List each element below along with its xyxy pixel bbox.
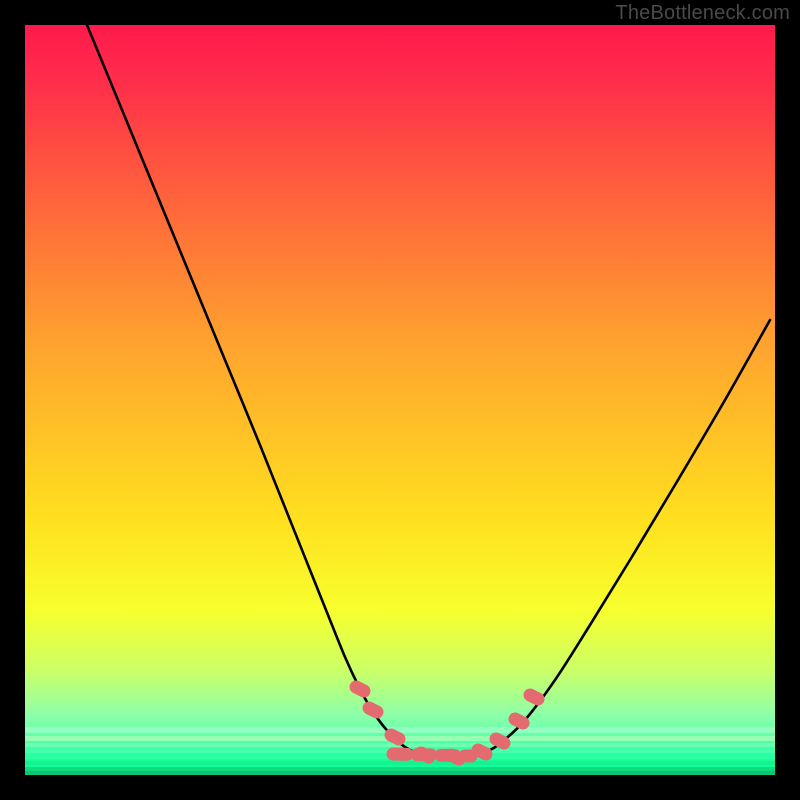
v-curve — [87, 25, 770, 757]
watermark-text: TheBottleneck.com — [615, 2, 790, 25]
bottom-stripes — [25, 723, 775, 775]
plot-frame — [25, 25, 775, 775]
stripe — [25, 761, 775, 765]
chart-svg — [25, 25, 775, 775]
stripe — [25, 727, 775, 733]
stripe — [25, 771, 775, 775]
stripe — [25, 749, 775, 753]
stripe — [25, 743, 775, 747]
stripe — [25, 736, 775, 741]
stripe — [25, 755, 775, 759]
